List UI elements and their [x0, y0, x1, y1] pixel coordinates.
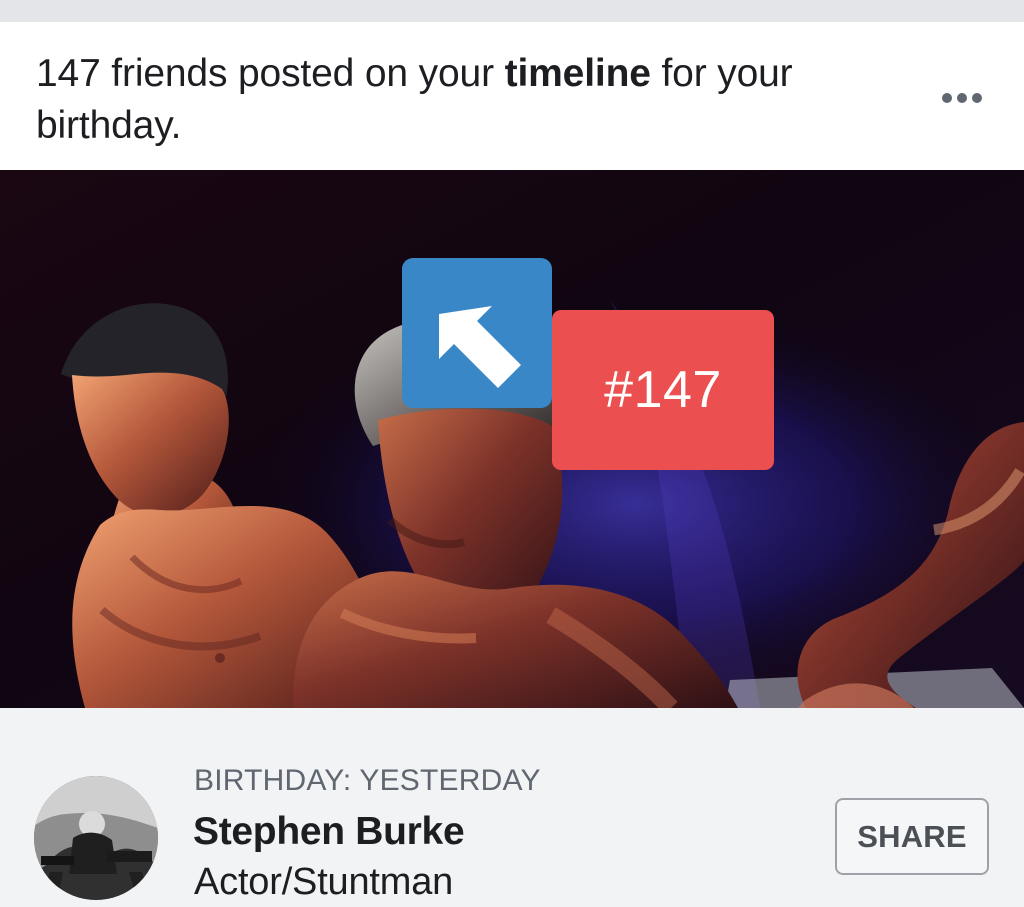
birthday-post-card: 147 friends posted on your timeline for … [0, 22, 1024, 907]
birthday-status: BIRTHDAY: YESTERDAY [194, 764, 541, 797]
profile-photo-icon [34, 776, 158, 900]
headline-prefix: 147 friends posted on your [36, 52, 505, 95]
more-dot-middle [957, 93, 967, 103]
stage-photo-image [0, 170, 1024, 708]
profile-role: Actor/Stuntman [194, 861, 454, 903]
count-badge: #147 [552, 310, 774, 470]
more-dot-left [942, 93, 952, 103]
more-dot-right [972, 93, 982, 103]
profile-name[interactable]: Stephen Burke [193, 809, 465, 855]
up-left-arrow-icon [439, 306, 521, 388]
profile-avatar[interactable] [34, 776, 158, 900]
pointer-badge [402, 258, 552, 408]
post-header: 147 friends posted on your timeline for … [0, 22, 1024, 170]
more-options-icon[interactable] [930, 82, 994, 114]
birthday-profile-footer: BIRTHDAY: YESTERDAY Stephen Burke Actor/… [0, 708, 1024, 907]
timeline-link[interactable]: timeline [505, 52, 651, 95]
post-headline: 147 friends posted on your timeline for … [36, 48, 886, 152]
share-button[interactable]: SHARE [835, 798, 989, 875]
bodybuilders-photo: #147 [0, 170, 1024, 708]
